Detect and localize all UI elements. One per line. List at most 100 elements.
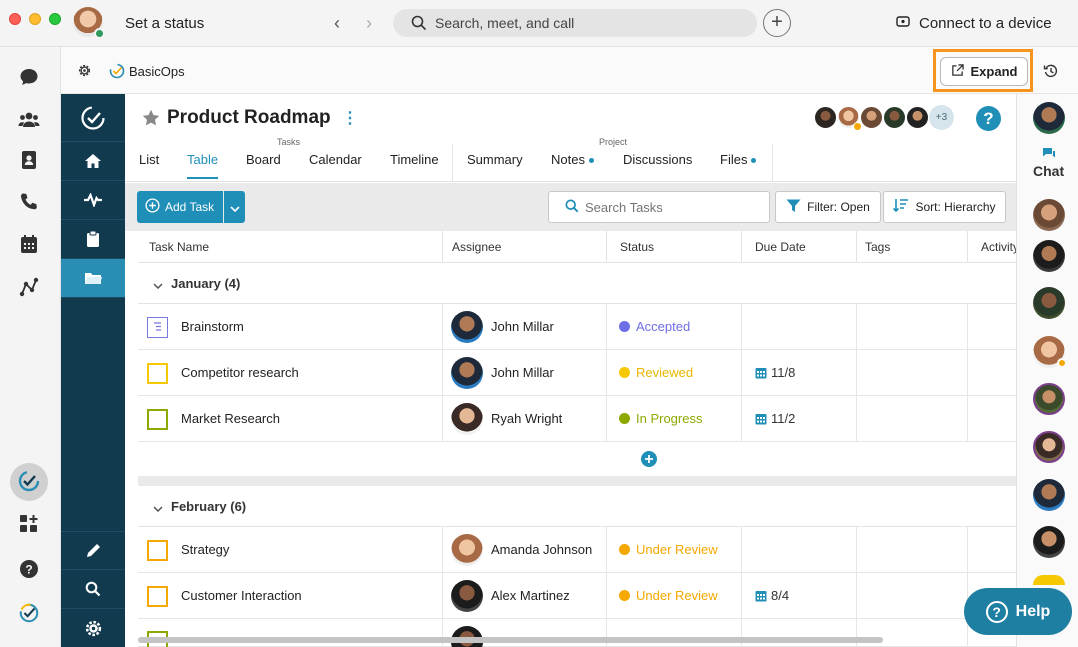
chevron-down-icon[interactable] (153, 277, 163, 292)
chat-label[interactable]: Chat (1033, 163, 1064, 179)
project-more-menu-icon[interactable]: ⋮ (342, 108, 358, 128)
avatar[interactable] (451, 580, 483, 612)
status-badge[interactable]: Accepted (636, 319, 690, 334)
projects-folder-icon[interactable] (61, 259, 125, 298)
chevron-down-icon[interactable] (153, 500, 163, 515)
settings-gear-icon[interactable] (61, 609, 125, 647)
table-row[interactable]: Market Research Ryah Wright In Progress … (138, 396, 1016, 442)
status-badge[interactable]: Under Review (636, 542, 718, 557)
column-header-assignee[interactable]: Assignee (452, 240, 501, 254)
add-task-row-plus-icon[interactable] (641, 451, 657, 470)
task-checkbox[interactable] (147, 586, 168, 607)
avatar[interactable] (1033, 431, 1065, 463)
edit-pencil-icon[interactable] (61, 531, 125, 570)
horizontal-scrollbar[interactable] (138, 637, 883, 643)
tab-list[interactable]: List (139, 152, 159, 177)
tab-timeline[interactable]: Timeline (390, 152, 439, 177)
avatar[interactable] (451, 357, 483, 389)
tab-table[interactable]: Table (187, 152, 219, 179)
column-header-task-name[interactable]: Task Name (149, 240, 209, 254)
integrations-graph-icon[interactable] (18, 276, 40, 298)
avatar[interactable] (1033, 526, 1065, 558)
status-badge[interactable]: Under Review (636, 588, 718, 603)
member-avatar[interactable] (859, 105, 884, 130)
basicops-small-logo-icon[interactable] (18, 602, 40, 624)
assignee-name[interactable]: Alex Martinez (491, 588, 570, 603)
group-header-february[interactable]: February (6) (138, 486, 1016, 527)
task-checkbox[interactable] (147, 540, 168, 561)
note-task-icon[interactable] (147, 317, 168, 338)
tab-files[interactable]: Files (720, 152, 756, 177)
chat-bubble-icon[interactable] (18, 66, 40, 88)
help-circle-icon[interactable]: ? (18, 558, 40, 580)
avatar[interactable] (1033, 575, 1065, 585)
task-search-box[interactable] (548, 191, 770, 223)
refresh-history-icon[interactable] (1043, 63, 1059, 82)
activity-pulse-icon[interactable] (61, 181, 125, 220)
sort-button[interactable]: Sort: Hierarchy (883, 191, 1006, 223)
phone-icon[interactable] (18, 191, 40, 213)
clipboard-tasks-icon[interactable] (61, 220, 125, 259)
global-search-bar[interactable]: Search, meet, and call (393, 9, 757, 37)
tab-summary[interactable]: Summary (467, 152, 523, 177)
back-arrow-icon[interactable]: ‹ (327, 12, 347, 34)
expand-button[interactable]: Expand (940, 57, 1028, 86)
help-question-icon[interactable]: ? (976, 106, 1001, 131)
home-icon[interactable] (61, 142, 125, 181)
favorite-star-icon[interactable] (142, 109, 160, 129)
avatar[interactable] (1033, 199, 1065, 231)
column-header-due-date[interactable]: Due Date (755, 240, 806, 254)
basicops-home-logo[interactable] (61, 94, 125, 142)
member-avatar[interactable] (813, 105, 838, 130)
settings-gear-icon[interactable] (77, 63, 92, 81)
tab-calendar[interactable]: Calendar (309, 152, 362, 177)
add-task-dropdown-button[interactable] (224, 191, 245, 223)
close-window-button[interactable] (9, 13, 21, 25)
more-members-count[interactable]: +3 (929, 105, 954, 130)
task-name[interactable]: Strategy (181, 542, 229, 557)
table-row[interactable]: Competitor research John Millar Reviewed… (138, 350, 1016, 396)
task-search-input[interactable] (585, 199, 755, 215)
task-name[interactable]: Brainstorm (181, 319, 244, 334)
tab-discussions[interactable]: Discussions (623, 152, 692, 177)
status-badge[interactable]: Reviewed (636, 365, 693, 380)
zoom-window-button[interactable] (49, 13, 61, 25)
avatar[interactable] (1033, 102, 1065, 134)
table-row[interactable]: Brainstorm John Millar Accepted (138, 304, 1016, 350)
assignee-name[interactable]: Amanda Johnson (491, 542, 592, 557)
calendar-icon[interactable] (18, 233, 40, 255)
set-status-button[interactable]: Set a status (125, 15, 204, 32)
due-date[interactable]: 11/2 (771, 411, 795, 426)
task-checkbox[interactable] (147, 409, 168, 430)
task-checkbox[interactable] (147, 363, 168, 384)
forward-arrow-icon[interactable]: › (359, 12, 379, 34)
avatar[interactable] (451, 534, 483, 566)
add-apps-icon[interactable] (18, 513, 40, 535)
table-row[interactable]: Customer Interaction Alex Martinez Under… (138, 573, 1016, 619)
contacts-group-icon[interactable] (18, 108, 40, 130)
avatar[interactable] (1033, 383, 1065, 415)
help-button[interactable]: ? Help (964, 588, 1072, 635)
assignee-name[interactable]: John Millar (491, 319, 554, 334)
tab-notes[interactable]: Notes (551, 152, 594, 177)
status-badge[interactable]: In Progress (636, 411, 702, 426)
member-avatar[interactable] (882, 105, 907, 130)
minimize-window-button[interactable] (29, 13, 41, 25)
chat-bubble-icon[interactable] (1041, 147, 1057, 164)
column-header-activity[interactable]: Activity (981, 240, 1016, 254)
member-avatar[interactable] (905, 105, 930, 130)
assignee-name[interactable]: Ryah Wright (491, 411, 562, 426)
task-name[interactable]: Competitor research (181, 365, 299, 380)
new-action-button[interactable]: + (763, 9, 791, 37)
due-date[interactable]: 11/8 (771, 365, 795, 380)
assignee-name[interactable]: John Millar (491, 365, 554, 380)
filter-button[interactable]: Filter: Open (775, 191, 881, 223)
column-header-tags[interactable]: Tags (865, 240, 890, 254)
task-name[interactable]: Market Research (181, 411, 280, 426)
table-row[interactable]: Strategy Amanda Johnson Under Review (138, 527, 1016, 573)
tab-board[interactable]: Board (246, 152, 281, 177)
task-name[interactable]: Customer Interaction (181, 588, 302, 603)
basicops-app-button[interactable] (10, 463, 48, 501)
search-icon[interactable] (61, 570, 125, 609)
project-members[interactable]: +3 (813, 105, 963, 131)
